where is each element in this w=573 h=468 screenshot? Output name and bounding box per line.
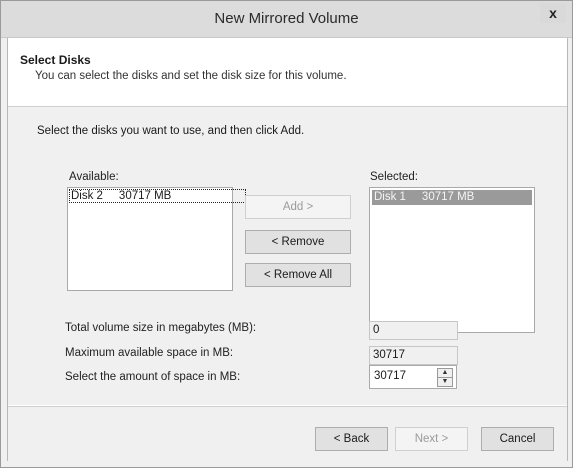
list-item[interactable]: Disk 2 30717 MB <box>69 189 247 203</box>
amount-label: Select the amount of space in MB: <box>65 371 241 383</box>
cancel-button[interactable]: Cancel <box>481 427 554 451</box>
wizard-body: Select the disks you want to use, and th… <box>8 107 567 405</box>
wizard-frame: Select Disks You can select the disks an… <box>7 38 568 461</box>
close-icon: x <box>549 5 557 21</box>
chevron-down-icon[interactable]: ▼ <box>437 377 453 387</box>
close-button[interactable]: x <box>540 3 566 23</box>
amount-spinner[interactable]: 30717 ▲ ▼ <box>369 365 457 389</box>
selected-label: Selected: <box>370 171 418 183</box>
next-button[interactable]: Next > <box>395 427 468 451</box>
total-size-label: Total volume size in megabytes (MB): <box>65 322 257 334</box>
spinner-buttons: ▲ ▼ <box>437 368 453 387</box>
wizard-header: Select Disks You can select the disks an… <box>8 38 567 107</box>
dialog-window: New Mirrored Volume x Select Disks You c… <box>0 0 573 468</box>
page-title: Select Disks <box>20 53 91 67</box>
selected-disks-list[interactable]: Disk 1 30717 MB <box>369 187 535 333</box>
add-button[interactable]: Add > <box>245 195 351 219</box>
total-size-value: 0 <box>369 321 458 340</box>
wizard-footer: < Back Next > Cancel <box>8 406 567 461</box>
available-label: Available: <box>69 171 119 183</box>
remove-all-button[interactable]: < Remove All <box>245 263 351 287</box>
instructions-text: Select the disks you want to use, and th… <box>37 125 305 137</box>
max-space-label: Maximum available space in MB: <box>65 347 234 359</box>
list-item[interactable]: Disk 1 30717 MB <box>372 190 532 205</box>
available-disks-list[interactable]: Disk 2 30717 MB <box>67 187 247 291</box>
remove-button[interactable]: < Remove <box>245 230 351 254</box>
max-space-value: 30717 <box>369 346 458 365</box>
title-bar: New Mirrored Volume x <box>1 1 572 38</box>
amount-spinner-value[interactable]: 30717 <box>374 370 406 382</box>
page-subtitle: You can select the disks and set the dis… <box>35 70 347 82</box>
window-title: New Mirrored Volume <box>214 10 359 27</box>
back-button[interactable]: < Back <box>315 427 388 451</box>
